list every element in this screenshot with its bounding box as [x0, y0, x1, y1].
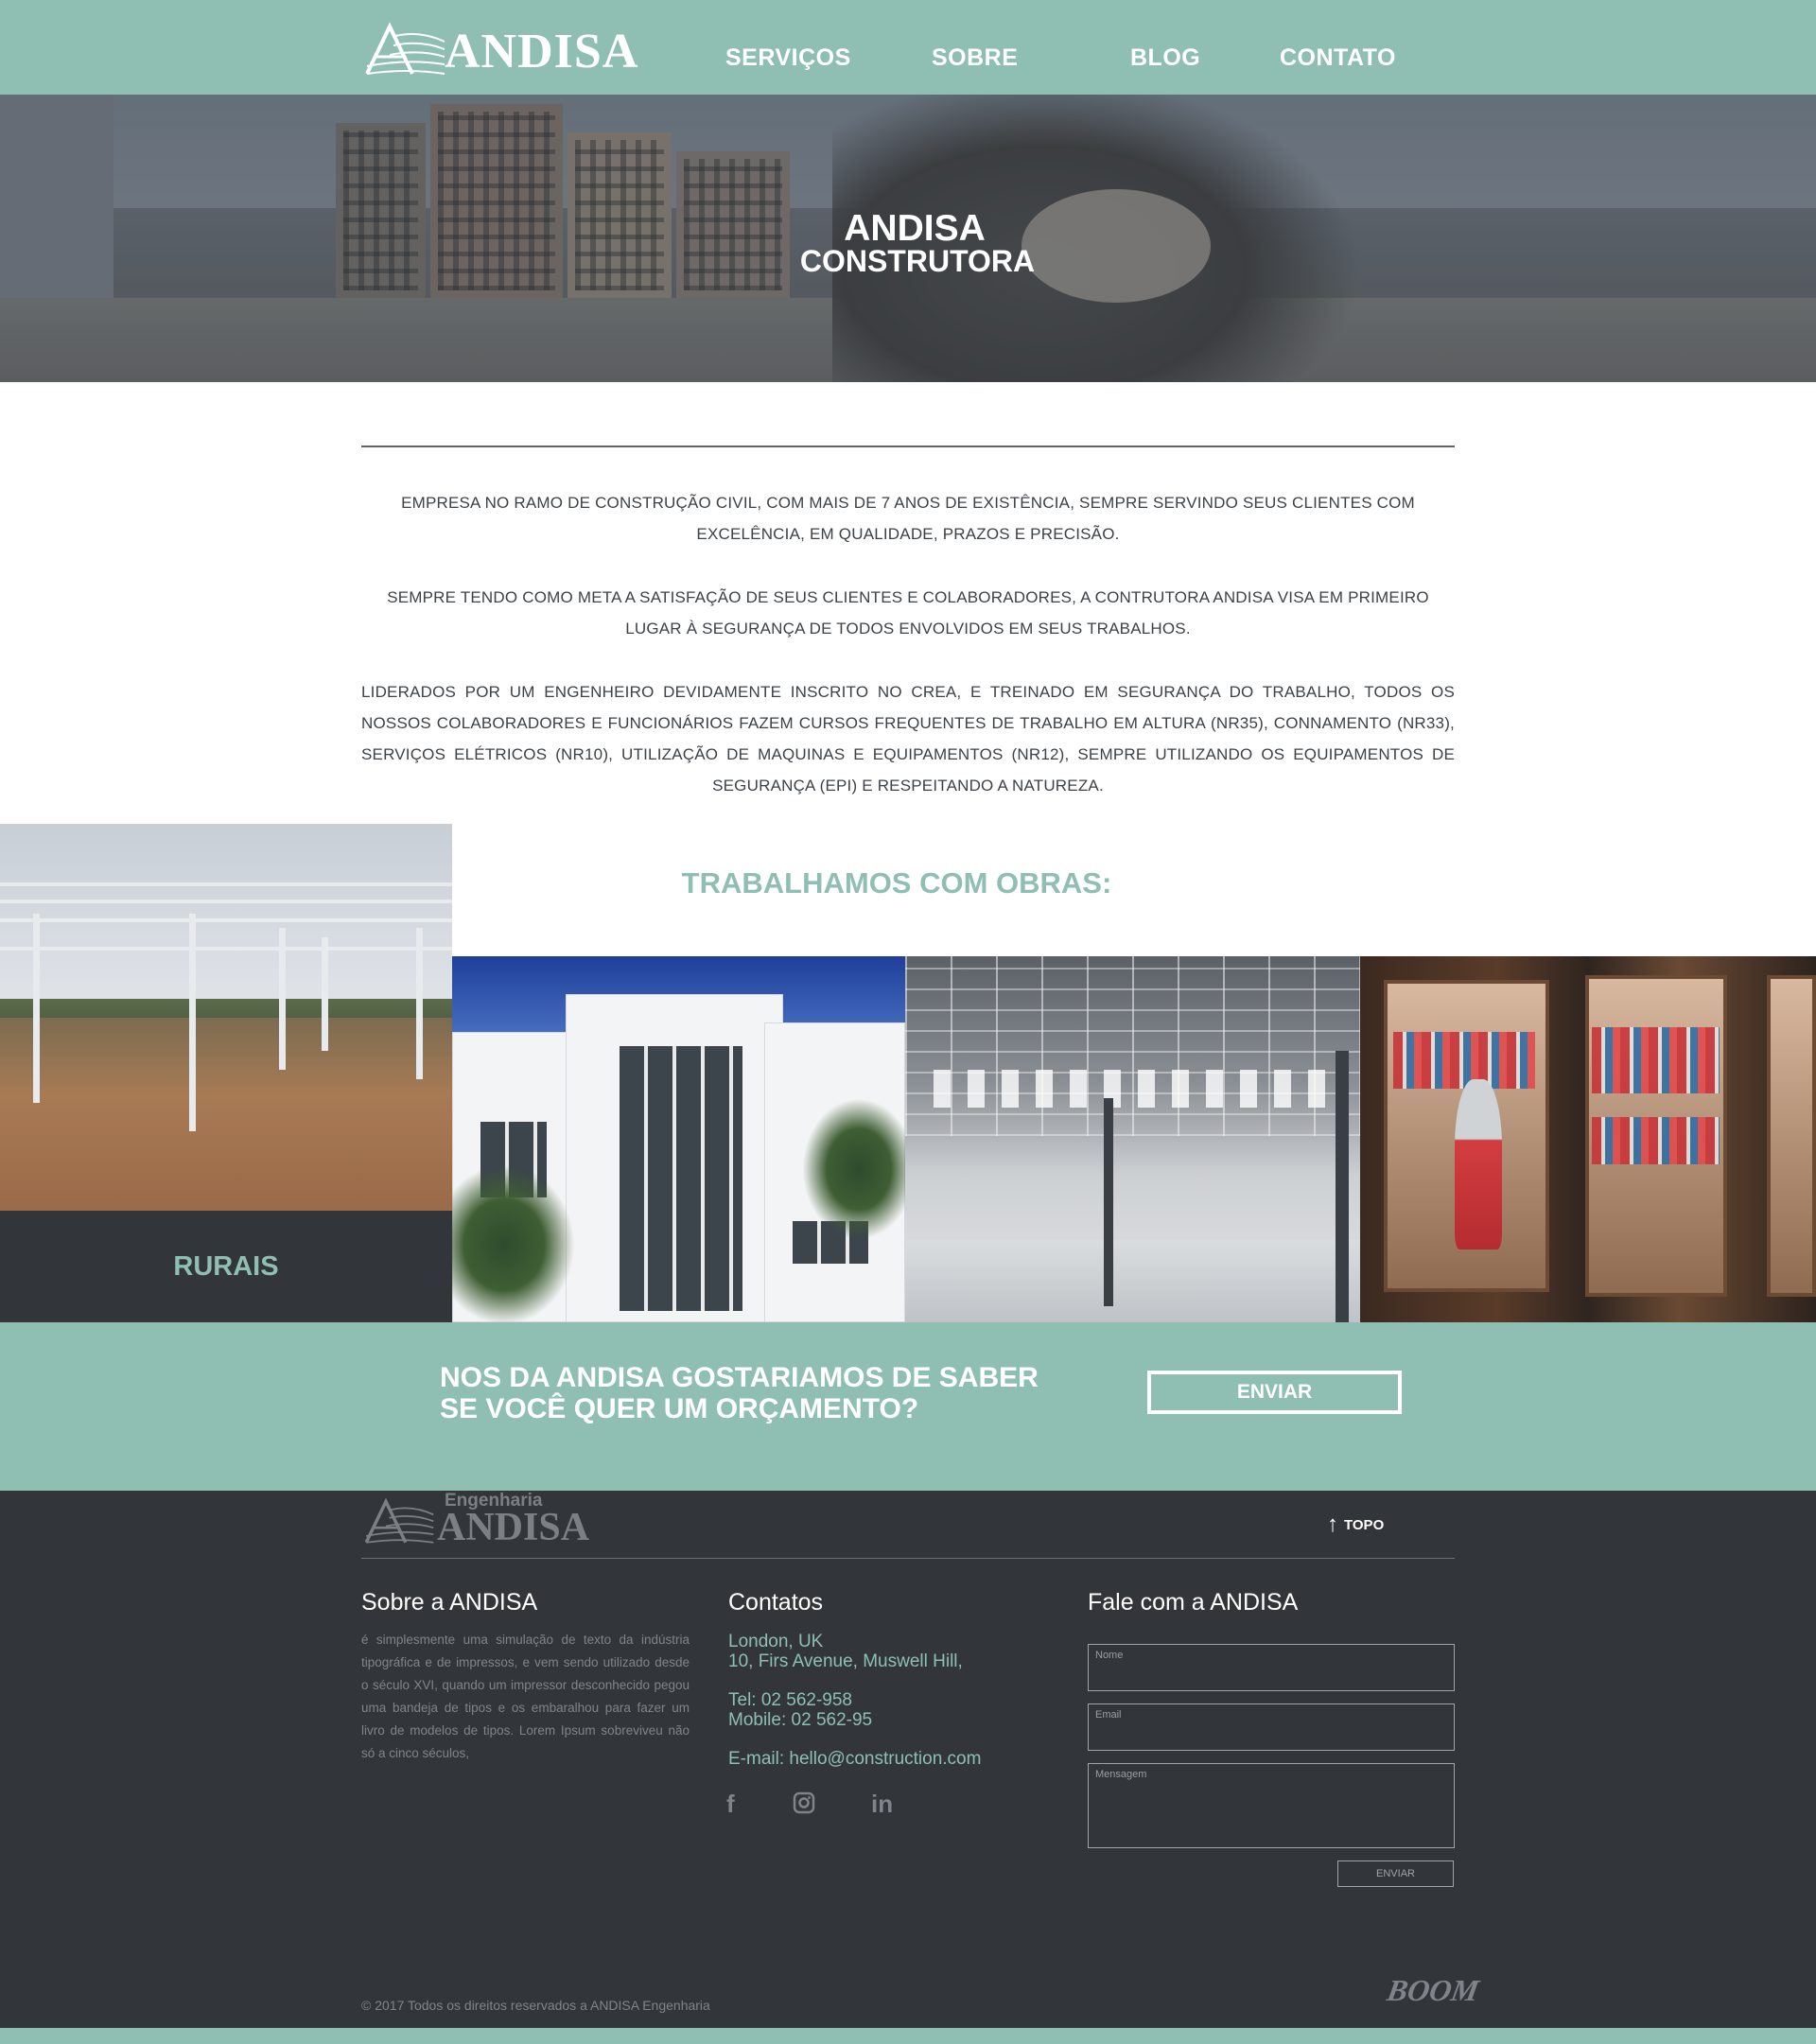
site-footer: Engenharia ANDISA ↑ TOPO Sobre a ANDISA … [0, 1491, 1816, 2028]
cta-text: NOS DA ANDISA GOSTARIAMOS DE SABER SE VO… [440, 1362, 1102, 1424]
rural-post [33, 914, 40, 1103]
back-to-top-label: TOPO [1344, 1516, 1385, 1533]
warehouse-column [1104, 1098, 1113, 1306]
house-palm [452, 1164, 575, 1322]
page: ANDISA SERVIÇOS SOBRE BLOG CONTATO ANDIS… [0, 0, 1816, 2044]
work-image-industrial [905, 956, 1360, 1322]
about-paragraph: SEMPRE TENDO COMO META A SATISFAÇÃO DE S… [387, 588, 1429, 638]
hero-subtitle: CONSTRUTORA [799, 244, 1036, 278]
store-mannequin [1455, 1079, 1502, 1249]
contact-mobile: Mobile: 02 562-95 [728, 1710, 873, 1730]
rural-beam [0, 882, 452, 886]
nav-item-contato[interactable]: CONTATO [1280, 44, 1396, 72]
house-window [620, 1046, 742, 1311]
rural-ground [0, 1018, 452, 1212]
store-shelf [1767, 975, 1816, 1297]
linkedin-icon[interactable]: in [871, 1790, 893, 1819]
agency-credit-logo[interactable]: BOOM [1385, 1973, 1481, 2008]
instagram-glyph [793, 1791, 815, 1814]
main-nav: SERVIÇOS SOBRE BLOG CONTATO [0, 0, 1816, 95]
facebook-icon[interactable]: f [726, 1790, 735, 1819]
cta-line: SE VOCÊ QUER UM ORÇAMENTO? [440, 1393, 919, 1424]
contact-city: London, UK [728, 1632, 824, 1651]
work-image-residential [452, 956, 905, 1322]
bottom-accent-bar [0, 2028, 1816, 2044]
rural-post [279, 928, 286, 1070]
footer-divider [361, 1558, 1455, 1559]
rural-beam [0, 900, 452, 903]
rural-label[interactable]: RURAIS [0, 1211, 452, 1322]
rural-post [189, 914, 196, 1131]
name-placeholder: Nome [1095, 1650, 1124, 1661]
cta-line: NOS DA ANDISA GOSTARIAMOS DE SABER [440, 1362, 1039, 1393]
contact-address: 10, Firs Avenue, Muswell Hill, [728, 1651, 963, 1671]
contact-email[interactable]: E-mail: hello@construction.com [728, 1749, 981, 1770]
contact-tel: Tel: 02 562-958 [728, 1690, 852, 1710]
footer-sobre-title: Sobre a ANDISA [361, 1589, 538, 1616]
warehouse-floor [905, 1240, 1360, 1322]
warehouse-lights [934, 1070, 1340, 1108]
hero-banner: ANDISA CONSTRUTORA [0, 95, 1816, 382]
about-paragraph: EMPRESA NO RAMO DE CONSTRUÇÃO CIVIL, COM… [401, 494, 1415, 543]
instagram-icon[interactable] [793, 1791, 815, 1821]
nav-item-servicos[interactable]: SERVIÇOS [725, 44, 851, 72]
footer-contatos-title: Contatos [728, 1589, 824, 1616]
arrow-up-icon: ↑ [1327, 1511, 1338, 1537]
rural-post [416, 928, 423, 1079]
send-quote-button[interactable]: ENVIAR [1147, 1371, 1402, 1414]
name-field[interactable]: Nome [1088, 1644, 1455, 1691]
copyright: © 2017 Todos os direitos reservados a AN… [361, 1998, 710, 2013]
logo-mark-icon [364, 1497, 434, 1544]
nav-item-blog[interactable]: BLOG [1130, 44, 1200, 72]
message-field[interactable]: Mensagem [1088, 1763, 1455, 1848]
rural-beam [0, 947, 452, 951]
work-image-rural [0, 824, 452, 1212]
store-clothes [1592, 1027, 1720, 1093]
warehouse-column [1336, 1051, 1349, 1322]
form-send-button[interactable]: ENVIAR [1337, 1861, 1454, 1887]
email-field[interactable]: Email [1088, 1703, 1455, 1751]
footer-logo[interactable]: Engenharia ANDISA [361, 1491, 590, 1549]
rural-post [322, 937, 328, 1051]
store-clothes [1393, 1032, 1535, 1089]
back-to-top-link[interactable]: ↑ TOPO [1327, 1513, 1384, 1536]
section-divider [361, 445, 1455, 447]
email-placeholder: Email [1095, 1709, 1122, 1721]
rural-beam [0, 918, 452, 922]
works-title: TRABALHAMOS COM OBRAS: [681, 866, 1112, 900]
message-placeholder: Mensagem [1095, 1769, 1147, 1780]
quote-cta: NOS DA ANDISA GOSTARIAMOS DE SABER SE VO… [0, 1322, 1816, 1491]
about-paragraph: LIDERADOS POR UM ENGENHEIRO DEVIDAMENTE … [361, 683, 1455, 795]
nav-item-sobre[interactable]: SOBRE [932, 44, 1018, 72]
site-header: ANDISA SERVIÇOS SOBRE BLOG CONTATO [0, 0, 1816, 95]
footer-brand-name: ANDISA [437, 1506, 590, 1549]
house-palm [802, 1098, 905, 1240]
warehouse-truss [905, 956, 1360, 1136]
footer-form-title: Fale com a ANDISA [1088, 1589, 1299, 1616]
store-clothes [1592, 1117, 1720, 1164]
footer-sobre-text: é simplesmente uma simulação de texto da… [361, 1633, 690, 1760]
work-image-commercial [1360, 956, 1816, 1322]
